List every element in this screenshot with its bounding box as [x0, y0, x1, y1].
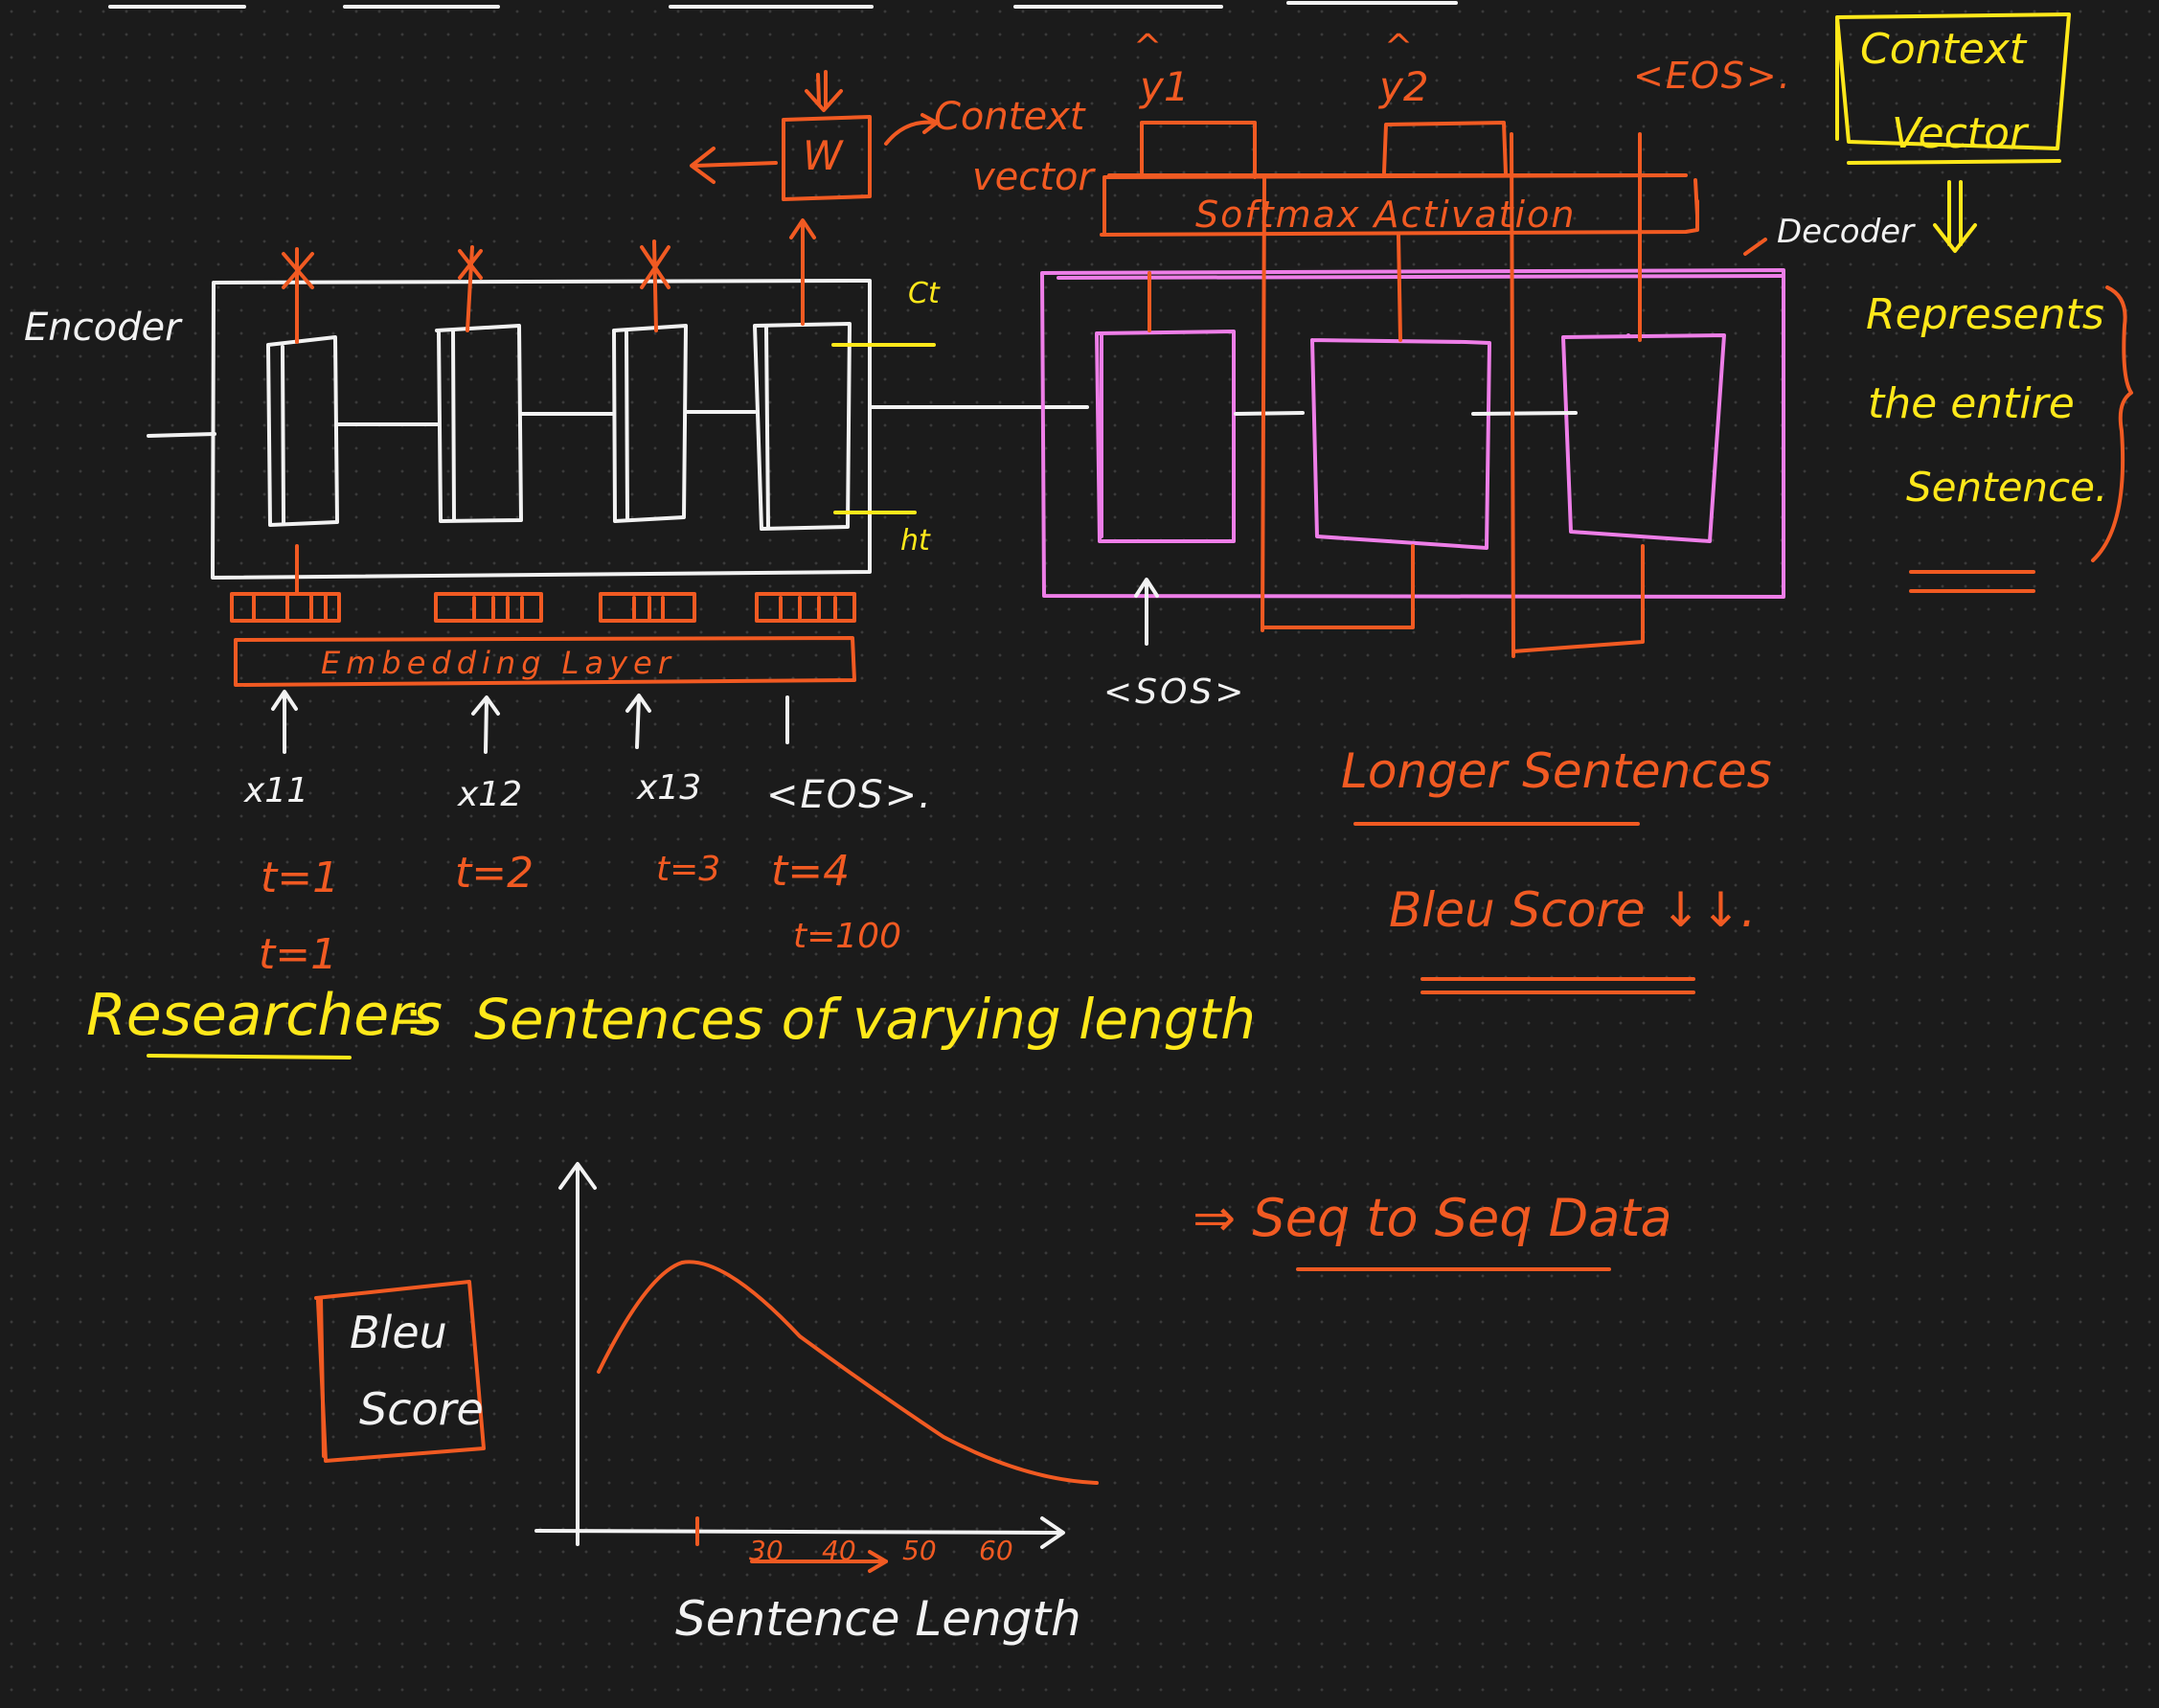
- longer-sentences-note: Longer Sentences: [1341, 743, 1772, 799]
- decoder-links: [1134, 411, 1578, 646]
- graph-tick-60: 60: [979, 1535, 1013, 1566]
- output-y1: y1: [1140, 63, 1190, 110]
- context-vector-box-line1: Context: [1860, 25, 2027, 74]
- output-y2: y2: [1379, 63, 1429, 110]
- graph-tick-50: 50: [902, 1535, 937, 1566]
- timestep-extra-100: t=100: [793, 917, 901, 956]
- graph-tick-40: 40: [822, 1535, 856, 1566]
- output-hat-y1: ^: [1133, 28, 1163, 67]
- top-edge-strokes: [108, 1, 1458, 9]
- softmax-label: Softmax Activation: [1195, 194, 1577, 236]
- timestep-4: t=4: [771, 847, 851, 896]
- timestep-1: t=1: [261, 854, 340, 902]
- represents-line3: Sentence.: [1906, 464, 2108, 511]
- represents-line2: the entire: [1868, 379, 2075, 428]
- varying-length-note: Sentences of varying length: [474, 987, 1257, 1052]
- graph-xlabel: Sentence Length: [675, 1591, 1081, 1647]
- graph-ylabel-line1: Bleu: [350, 1307, 447, 1358]
- researchers-underline: [147, 1054, 352, 1059]
- w-label: W: [803, 132, 843, 179]
- output-eos: <EOS>.: [1633, 55, 1792, 97]
- researchers-divider: ÷: [393, 992, 435, 1050]
- input-x11: x11: [244, 771, 309, 810]
- ht-label: ht: [900, 524, 930, 558]
- graph-tick-30: 30: [749, 1535, 784, 1566]
- input-x13: x13: [637, 768, 702, 808]
- sos-label: <SOS>: [1103, 672, 1247, 712]
- context-note-line1: Context: [934, 95, 1085, 139]
- encoder-cells: [266, 322, 852, 531]
- encoder-label: Encoder: [24, 306, 181, 350]
- context-vector-box-line2: Vector: [1892, 109, 2028, 158]
- embedding-layer-label: Embedding Layer: [321, 645, 676, 681]
- seq2seq-note: ⇒ Seq to Seq Data: [1193, 1188, 1672, 1248]
- graph-ylabel-line2: Score: [359, 1383, 484, 1435]
- represents-line1: Represents: [1866, 290, 2104, 339]
- graph-axes: [534, 1162, 1065, 1549]
- bleu-curve: [597, 1260, 1099, 1485]
- output-hat-y2: ^: [1384, 28, 1414, 67]
- graph-ticks: [695, 1516, 888, 1573]
- input-eos: <EOS>.: [766, 773, 933, 817]
- input-x12: x12: [458, 775, 523, 814]
- encoder-frame: [147, 279, 984, 580]
- decoder-label: Decoder: [1777, 213, 1915, 251]
- decoder-cells: [1095, 330, 1726, 550]
- researchers-label: Researchers: [86, 982, 443, 1049]
- ct-label: Ct: [908, 277, 940, 310]
- bleu-score-down-note: Bleu Score ↓↓.: [1389, 882, 1757, 938]
- timestep-3: t=3: [656, 850, 721, 889]
- timestep-2: t=2: [455, 849, 534, 898]
- context-note-line2: vector: [972, 155, 1094, 199]
- timestep-extra-1: t=1: [259, 930, 338, 979]
- encoder-input-arrows: [271, 690, 789, 754]
